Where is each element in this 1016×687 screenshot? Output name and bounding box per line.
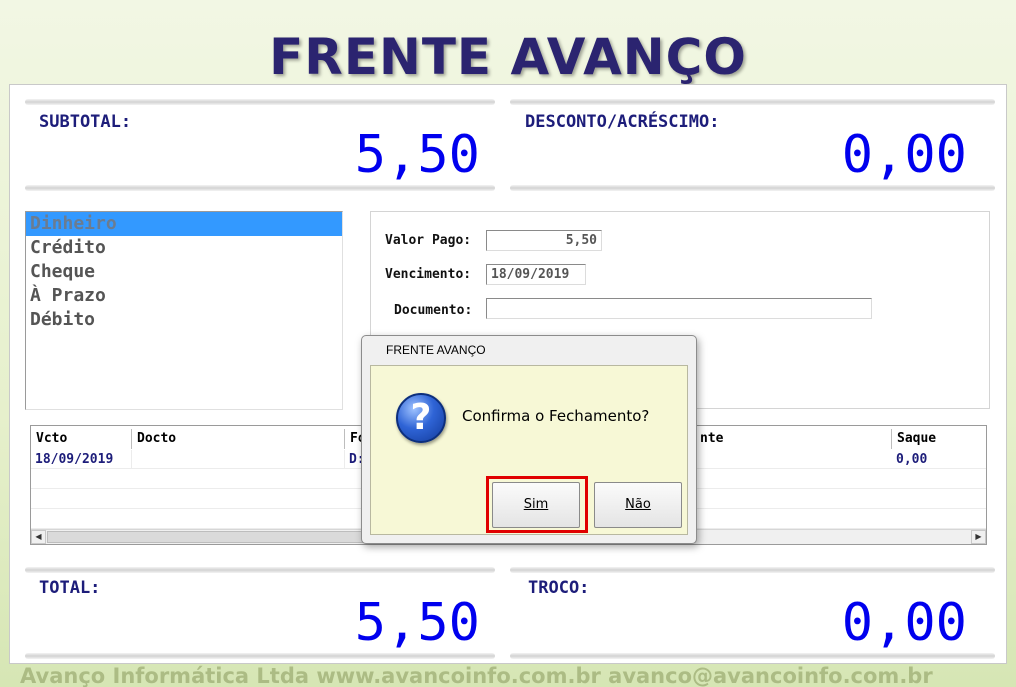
payment-method-cheque[interactable]: Cheque (26, 260, 342, 284)
total-bottom-divider (25, 653, 495, 659)
total-top-divider (25, 567, 495, 573)
grid-header-saque[interactable]: Saque (892, 429, 986, 449)
no-button-label: Não (625, 497, 651, 512)
total-label: TOTAL: (39, 578, 101, 598)
no-button[interactable]: Não (594, 482, 682, 528)
grid-header-vcto[interactable]: Vcto (31, 429, 132, 449)
total-value: 5,50 (354, 593, 480, 653)
vencimento-field[interactable]: 18/09/2019 (486, 264, 586, 285)
dialog-message: Confirma o Fechamento? (462, 407, 650, 425)
documento-field[interactable] (486, 298, 872, 319)
scroll-left-arrow-icon[interactable]: ◀ (31, 530, 46, 544)
row-vcto: 18/09/2019 (31, 450, 132, 469)
subtotal-bottom-divider (25, 185, 495, 191)
grid-header-cliente[interactable]: nte (695, 429, 892, 449)
subtotal-box: SUBTOTAL: 5,50 (25, 99, 495, 191)
vencimento-label: Vencimento: (385, 267, 472, 282)
yes-button-highlight (486, 476, 588, 533)
payment-method-a-prazo[interactable]: À Prazo (26, 284, 342, 308)
app-title: FRENTE AVANÇO (269, 28, 747, 86)
scroll-thumb[interactable] (47, 531, 367, 543)
question-icon: ? (396, 393, 446, 443)
valor-pago-field[interactable]: 5,50 (486, 230, 602, 251)
footer-watermark: Avanço Informática Ltda www.avancoinfo.c… (20, 664, 933, 687)
discount-top-divider (510, 99, 995, 105)
discount-value: 0,00 (841, 125, 967, 185)
payment-method-list[interactable]: Dinheiro Crédito Cheque À Prazo Débito (25, 211, 343, 410)
payment-method-credito[interactable]: Crédito (26, 236, 342, 260)
subtotal-label: SUBTOTAL: (39, 112, 132, 132)
row-docto (132, 450, 345, 469)
documento-label: Documento: (394, 303, 473, 318)
change-box: TROCO: 0,00 (510, 567, 995, 659)
scroll-right-arrow-icon[interactable]: ▶ (971, 530, 986, 544)
subtotal-top-divider (25, 99, 495, 105)
change-value: 0,00 (841, 593, 967, 653)
valor-pago-label: Valor Pago: (385, 233, 472, 248)
total-box: TOTAL: 5,50 (25, 567, 495, 659)
subtotal-value: 5,50 (354, 125, 480, 185)
discount-box: DESCONTO/ACRÉSCIMO: 0,00 (510, 99, 995, 191)
dialog-title: FRENTE AVANÇO (386, 343, 486, 357)
payment-method-dinheiro[interactable]: Dinheiro (26, 212, 342, 236)
change-top-divider (510, 567, 995, 573)
discount-bottom-divider (510, 185, 995, 191)
row-saque: 0,00 (892, 450, 986, 469)
discount-label: DESCONTO/ACRÉSCIMO: (525, 112, 720, 132)
grid-header-docto[interactable]: Docto (132, 429, 345, 449)
change-bottom-divider (510, 653, 995, 659)
change-label: TROCO: (528, 578, 590, 598)
payment-method-debito[interactable]: Débito (26, 308, 342, 332)
